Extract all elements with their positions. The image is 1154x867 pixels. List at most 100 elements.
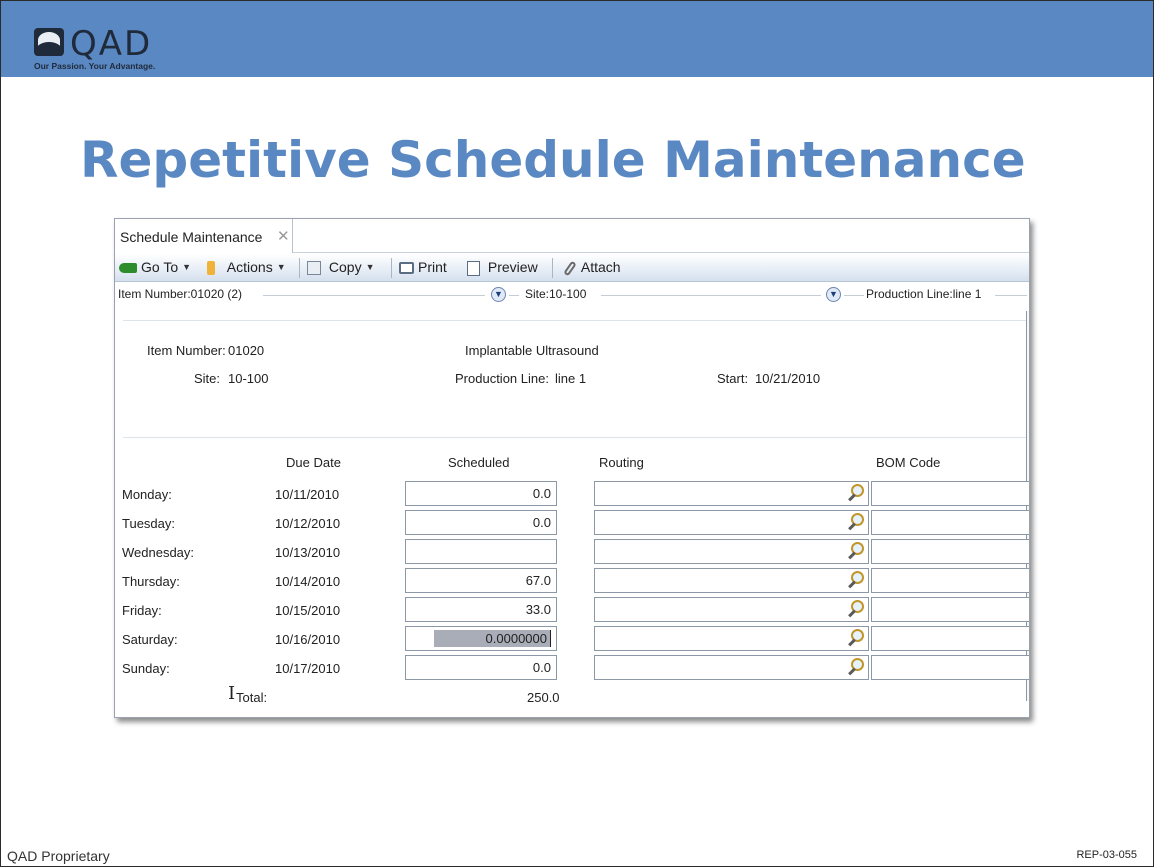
footer-proprietary: QAD Proprietary bbox=[7, 848, 110, 864]
attach-button[interactable]: Attach bbox=[563, 259, 621, 279]
routing-input[interactable] bbox=[594, 539, 869, 564]
dropdown-arrow-icon: ▼ bbox=[365, 262, 375, 272]
tab-bar: Schedule Maintenance ✕ bbox=[115, 219, 1029, 253]
print-button[interactable]: Print bbox=[399, 259, 447, 279]
bom-code-input[interactable] bbox=[871, 626, 1029, 651]
site-label: Site: bbox=[194, 371, 221, 386]
print-label: Print bbox=[418, 259, 447, 275]
start-label: Start: bbox=[717, 371, 749, 386]
scheduled-input[interactable]: 67.0 bbox=[405, 568, 557, 593]
print-icon bbox=[399, 262, 414, 275]
actions-icon bbox=[207, 261, 215, 276]
logo-tagline: Our Passion. Your Advantage. bbox=[34, 61, 156, 71]
routing-input[interactable] bbox=[594, 568, 869, 593]
due-date-header: Due Date bbox=[286, 455, 341, 470]
bom-code-input[interactable] bbox=[871, 539, 1029, 564]
bom-code-input[interactable] bbox=[871, 568, 1029, 593]
filter-divider bbox=[844, 295, 864, 296]
day-label: Monday: bbox=[122, 487, 172, 502]
header-band: QAD Our Passion. Your Advantage. bbox=[1, 1, 1153, 77]
scheduled-input-active[interactable]: 0.0000000 bbox=[405, 626, 557, 651]
due-date-value: 10/15/2010 bbox=[275, 603, 341, 618]
actions-label: Actions bbox=[226, 259, 273, 275]
scheduled-input[interactable] bbox=[405, 539, 557, 564]
day-label: Thursday: bbox=[122, 574, 180, 589]
due-date-value: 10/13/2010 bbox=[275, 545, 341, 560]
lookup-magnifier-icon[interactable] bbox=[845, 600, 865, 620]
routing-input[interactable] bbox=[594, 626, 869, 651]
footer-slide-code: REP-03-055 bbox=[1076, 849, 1137, 861]
lookup-magnifier-icon[interactable] bbox=[845, 513, 865, 533]
toolbar: Go To ▼ Actions ▼ Copy ▼ Print Preview Atta… bbox=[115, 254, 1029, 282]
filter-divider bbox=[995, 295, 1027, 296]
production-line-label: Production Line: bbox=[455, 371, 549, 386]
routing-input[interactable] bbox=[594, 597, 869, 622]
production-line-value: line 1 bbox=[555, 371, 587, 386]
section-divider bbox=[123, 437, 1026, 438]
routing-input[interactable] bbox=[594, 510, 869, 535]
lookup-magnifier-icon[interactable] bbox=[845, 542, 865, 562]
chevron-down-icon[interactable]: ▼ bbox=[826, 287, 841, 302]
bom-code-header: BOM Code bbox=[876, 455, 941, 470]
slide-title: Repetitive Schedule Maintenance bbox=[80, 131, 1026, 189]
toolbar-separator bbox=[391, 258, 392, 278]
scheduled-input[interactable]: 0.0 bbox=[405, 655, 557, 680]
day-label: Sunday: bbox=[122, 661, 170, 676]
qad-logo: QAD Our Passion. Your Advantage. bbox=[34, 23, 184, 71]
due-date-value: 10/17/2010 bbox=[275, 661, 341, 676]
bom-code-input[interactable] bbox=[871, 481, 1029, 506]
logo-word: QAD bbox=[70, 24, 153, 64]
day-label: Friday: bbox=[122, 603, 162, 618]
lookup-magnifier-icon[interactable] bbox=[845, 629, 865, 649]
lookup-magnifier-icon[interactable] bbox=[845, 484, 865, 504]
copy-button[interactable]: Copy ▼ bbox=[307, 259, 375, 279]
text-cursor-icon: I bbox=[228, 683, 236, 704]
selected-text: 0.0000000 bbox=[433, 630, 551, 647]
total-value: 250.0 bbox=[527, 690, 560, 705]
filter-bar: Item Number:01020 (2) ▼ Site:10-100 ▼ Pr… bbox=[115, 283, 1029, 307]
lookup-magnifier-icon[interactable] bbox=[845, 571, 865, 591]
filter-divider bbox=[601, 295, 821, 296]
logo-mark-icon bbox=[34, 28, 64, 56]
attach-icon bbox=[563, 260, 577, 277]
preview-button[interactable]: Preview bbox=[467, 259, 538, 279]
goto-button[interactable]: Go To ▼ bbox=[119, 259, 191, 279]
actions-button[interactable]: Actions ▼ bbox=[207, 259, 286, 279]
filter-production-line[interactable]: Production Line:line 1 bbox=[866, 287, 981, 301]
app-window: Schedule Maintenance ✕ Go To ▼ Actions ▼ C… bbox=[114, 218, 1030, 718]
bom-code-input[interactable] bbox=[871, 655, 1029, 680]
tab-schedule-maintenance[interactable]: Schedule Maintenance ✕ bbox=[115, 219, 293, 253]
due-date-value: 10/16/2010 bbox=[275, 632, 341, 647]
item-number-label: Item Number: bbox=[147, 343, 226, 358]
filter-item-number[interactable]: Item Number:01020 (2) bbox=[118, 287, 242, 301]
due-date-value: 10/12/2010 bbox=[275, 516, 341, 531]
goto-label: Go To bbox=[141, 259, 179, 275]
routing-input[interactable] bbox=[594, 655, 869, 680]
scheduled-input[interactable]: 0.0 bbox=[405, 510, 557, 535]
scheduled-input[interactable]: 0.0 bbox=[405, 481, 557, 506]
filter-site[interactable]: Site:10-100 bbox=[525, 287, 586, 301]
due-date-value: 10/14/2010 bbox=[275, 574, 341, 589]
routing-header: Routing bbox=[599, 455, 644, 470]
dropdown-arrow-icon: ▼ bbox=[276, 262, 286, 272]
preview-icon bbox=[467, 260, 480, 276]
routing-input[interactable] bbox=[594, 481, 869, 506]
scheduled-header: Scheduled bbox=[448, 455, 510, 470]
close-icon[interactable]: ✕ bbox=[277, 227, 290, 245]
preview-label: Preview bbox=[487, 259, 538, 275]
filter-divider bbox=[509, 295, 519, 296]
toolbar-separator bbox=[552, 258, 553, 278]
bom-code-input[interactable] bbox=[871, 597, 1029, 622]
day-label: Tuesday: bbox=[122, 516, 175, 531]
total-label: Total: bbox=[236, 690, 268, 705]
item-description: Implantable Ultrasound bbox=[465, 343, 599, 358]
scheduled-input[interactable]: 33.0 bbox=[405, 597, 557, 622]
tab-label: Schedule Maintenance bbox=[120, 229, 263, 245]
dropdown-arrow-icon: ▼ bbox=[182, 262, 192, 272]
bom-code-input[interactable] bbox=[871, 510, 1029, 535]
chevron-down-icon[interactable]: ▼ bbox=[491, 287, 506, 302]
lookup-magnifier-icon[interactable] bbox=[845, 658, 865, 678]
item-number-value: 01020 bbox=[228, 343, 265, 358]
section-divider bbox=[123, 320, 1026, 321]
copy-label: Copy bbox=[328, 259, 362, 275]
